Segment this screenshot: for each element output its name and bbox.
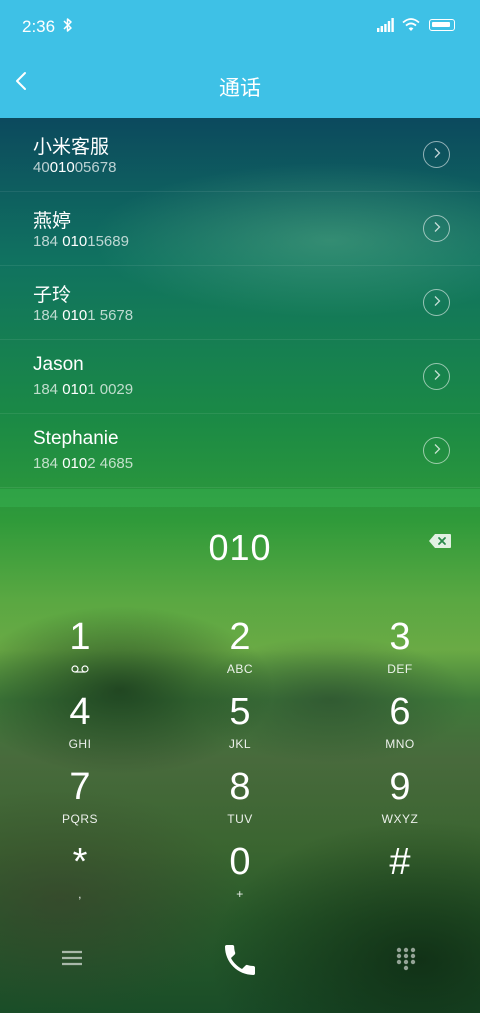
signal-icon xyxy=(377,18,395,37)
dial-key-hash[interactable]: # xyxy=(350,842,450,914)
key-digit: 7 xyxy=(69,766,91,808)
key-letters: + xyxy=(236,887,244,901)
contact-number: 184 0102 4685 xyxy=(33,455,134,472)
contact-row[interactable]: Stephanie 184 0102 4685 xyxy=(0,414,480,488)
key-letters: GHI xyxy=(68,737,92,751)
backspace-icon xyxy=(428,534,452,553)
voicemail-icon xyxy=(30,660,130,678)
key-letters: WXYZ xyxy=(381,812,419,826)
chevron-right-icon xyxy=(433,368,441,386)
dial-key-6[interactable]: 6 MNO xyxy=(350,692,450,764)
contact-number: 184 0101 5678 xyxy=(33,307,134,324)
contact-row[interactable]: 燕婷 184 01015689 xyxy=(0,192,480,266)
dialed-number: 010 xyxy=(208,527,272,568)
bluetooth-icon xyxy=(63,16,73,39)
key-letters: PQRS xyxy=(61,812,98,826)
contact-row[interactable]: Jason 184 0101 0029 xyxy=(0,340,480,414)
dial-key-5[interactable]: 5 JKL xyxy=(190,692,290,764)
chevron-right-icon xyxy=(433,220,441,238)
menu-icon xyxy=(60,950,84,972)
wifi-icon xyxy=(402,17,420,37)
chevron-right-icon xyxy=(433,442,441,460)
phone-icon xyxy=(220,945,260,984)
battery-icon xyxy=(429,19,455,31)
key-digit: # xyxy=(389,841,411,883)
contact-list: 小米客服 4001005678 燕婷 184 01015689 子玲 184 0… xyxy=(0,118,480,507)
contact-name: 子玲 xyxy=(33,285,72,306)
contact-name: 燕婷 xyxy=(33,211,72,232)
contact-number: 184 0101 0029 xyxy=(33,381,134,398)
contact-detail-button[interactable] xyxy=(423,437,450,464)
dial-key-4[interactable]: 4 GHI xyxy=(30,692,130,764)
title-bar: 通话 xyxy=(0,52,480,118)
key-letters: MNO xyxy=(385,737,415,751)
key-letters: DEF xyxy=(387,662,413,676)
dial-key-3[interactable]: 3 DEF xyxy=(350,617,450,689)
status-bar: 2:36 xyxy=(0,0,480,52)
contact-detail-button[interactable] xyxy=(423,215,450,242)
key-digit: 8 xyxy=(229,766,251,808)
contact-detail-button[interactable] xyxy=(423,363,450,390)
dial-key-0[interactable]: 0 + xyxy=(190,842,290,914)
dial-key-8[interactable]: 8 TUV xyxy=(190,767,290,839)
backspace-button[interactable] xyxy=(428,533,452,554)
key-digit: 9 xyxy=(389,766,411,808)
keypad-icon xyxy=(394,947,418,976)
bottom-bar xyxy=(0,928,480,998)
key-digit: 2 xyxy=(229,616,251,658)
key-letters: ABC xyxy=(226,662,254,676)
key-digit: 6 xyxy=(389,691,411,733)
dial-key-star[interactable]: * , xyxy=(30,842,130,914)
contact-name: Jason xyxy=(33,354,84,375)
contact-name: Stephanie xyxy=(33,428,119,449)
dial-key-9[interactable]: 9 WXYZ xyxy=(350,767,450,839)
contact-detail-button[interactable] xyxy=(423,141,450,168)
page-title: 通话 xyxy=(219,77,261,100)
dial-key-1[interactable]: 1 xyxy=(30,617,130,689)
contact-detail-button[interactable] xyxy=(423,289,450,316)
contact-row[interactable]: 小米客服 4001005678 xyxy=(0,118,480,192)
key-letters: TUV xyxy=(227,812,253,826)
list-divider xyxy=(0,489,480,507)
key-digit: 5 xyxy=(229,691,251,733)
key-letters: , xyxy=(78,887,82,901)
chevron-right-icon xyxy=(433,294,441,312)
contact-number: 184 01015689 xyxy=(33,233,129,250)
dial-key-7[interactable]: 7 PQRS xyxy=(30,767,130,839)
key-digit: * xyxy=(72,841,88,883)
dial-key-2[interactable]: 2 ABC xyxy=(190,617,290,689)
menu-button[interactable] xyxy=(60,948,84,973)
keypad-toggle-button[interactable] xyxy=(394,946,418,977)
key-digit: 0 xyxy=(229,841,251,883)
call-button[interactable] xyxy=(220,940,260,985)
chevron-right-icon xyxy=(433,146,441,164)
status-time: 2:36 xyxy=(22,17,56,36)
contact-name: 小米客服 xyxy=(33,137,110,158)
key-digit: 3 xyxy=(389,616,411,658)
key-digit: 4 xyxy=(69,691,91,733)
contact-row[interactable]: 子玲 184 0101 5678 xyxy=(0,266,480,340)
key-digit: 1 xyxy=(69,616,91,658)
contact-number: 4001005678 xyxy=(33,159,117,176)
key-letters: JKL xyxy=(228,737,252,751)
